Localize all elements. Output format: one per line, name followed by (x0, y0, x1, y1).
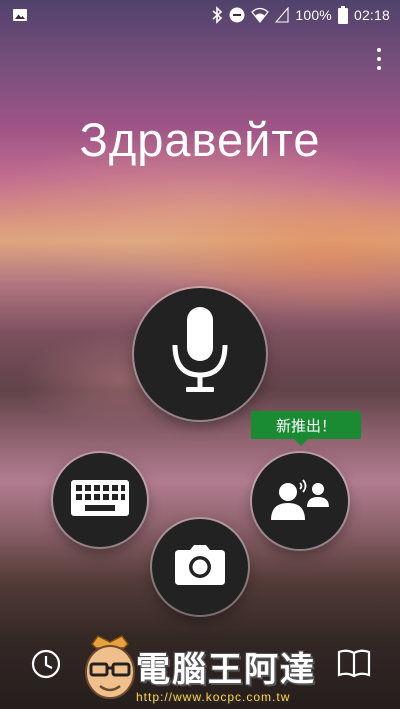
history-icon[interactable] (30, 648, 62, 684)
mascot-logo (85, 635, 135, 699)
image-icon (12, 8, 28, 25)
keyboard-icon (71, 480, 129, 520)
cell-signal-icon (275, 7, 289, 23)
bluetooth-icon (211, 6, 223, 24)
new-feature-badge: 新推出！ (251, 411, 361, 439)
camera-icon (175, 545, 225, 589)
voice-input-button[interactable] (134, 288, 266, 420)
camera-input-button[interactable] (152, 519, 248, 615)
conversation-button[interactable] (252, 453, 348, 549)
more-vert-icon[interactable] (372, 48, 386, 70)
watermark: 電腦王阿達 http://www.kocpc.com.tw (78, 634, 348, 709)
greeting-text: Здравейте (79, 113, 321, 166)
keyboard-input-button[interactable] (53, 453, 147, 547)
wifi-icon (251, 7, 270, 23)
battery-icon (337, 6, 348, 24)
conversation-icon (268, 477, 332, 525)
clock: 02:18 (353, 7, 390, 23)
watermark-url: http://www.kocpc.com.tw (136, 690, 291, 704)
watermark-title: 電腦王阿達 (136, 650, 316, 690)
do-not-disturb-icon (229, 7, 245, 23)
battery-percent: 100% (295, 7, 332, 23)
status-bar: 100% 02:18 (0, 0, 400, 32)
microphone-icon (168, 307, 232, 401)
